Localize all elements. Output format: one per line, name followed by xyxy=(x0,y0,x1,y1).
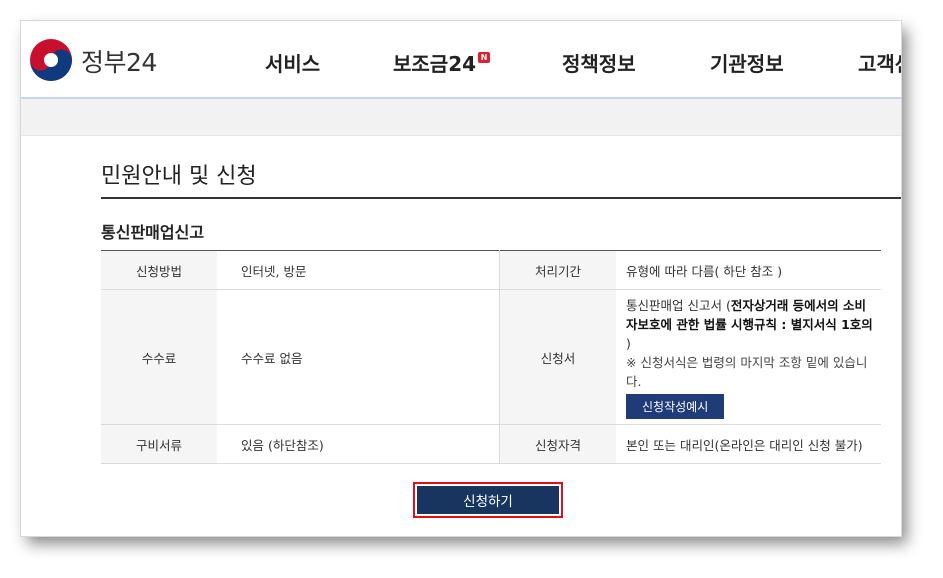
nav-label: 기관정보 xyxy=(710,52,784,76)
form-note: ※ 신청서식은 법령의 마지막 조항 밑에 있습니다. xyxy=(626,354,868,389)
nav-label: 정책정보 xyxy=(562,52,636,76)
qualification-value: 본인 또는 대리인(온라인은 대리인 신청 불가) xyxy=(616,424,881,464)
qualification-label: 신청자격 xyxy=(499,424,616,464)
brand-name[interactable]: 정부24 xyxy=(81,43,157,79)
apply-button-highlight: 신청하기 xyxy=(413,482,563,518)
service-title: 통신판매업신고 xyxy=(101,223,205,242)
nav-item-agencies[interactable]: 기관정보 xyxy=(710,48,784,77)
nav-item-subsidy[interactable]: 보조금24 N xyxy=(393,48,491,77)
title-divider xyxy=(101,197,901,199)
application-form-cell: 통신판매업 신고서 (전자상거래 등에서의 소비자보호에 관한 법률 시행규칙 … xyxy=(616,289,881,425)
nav-label: 고객센터 xyxy=(858,52,901,76)
nav-item-policy[interactable]: 정책정보 xyxy=(562,48,636,77)
fee-label: 수수료 xyxy=(101,289,217,425)
apply-method-value: 인터넷, 방문 xyxy=(217,250,500,290)
form-example-button[interactable]: 신청작성예시 xyxy=(626,393,725,419)
nav-item-customer-center[interactable]: 고객센터 xyxy=(858,48,901,77)
processing-period-label: 처리기간 xyxy=(499,250,616,290)
application-form-label: 신청서 xyxy=(499,289,616,425)
table-row: 구비서류 있음 (하단참조) 신청자격 본인 또는 대리인(온라인은 대리인 신… xyxy=(101,424,881,464)
form-prefix: 통신판매업 신고서 ( xyxy=(626,297,731,313)
site-header: 정부24 서비스 보조금24N 정책정보 기관정보 고객센터 xyxy=(21,21,901,99)
application-form-text: 통신판매업 신고서 (전자상거래 등에서의 소비자보호에 관한 법률 시행규칙 … xyxy=(626,296,873,353)
sub-header-band xyxy=(21,99,901,136)
form-suffix: ) xyxy=(626,335,631,351)
browser-frame: 정부24 서비스 보조금24N 정책정보 기관정보 고객센터 민원안내 및 신청… xyxy=(21,21,901,536)
nav-label: 서비스 xyxy=(265,52,321,76)
nav-item-services[interactable]: 서비스 xyxy=(265,48,320,77)
required-docs-label: 구비서류 xyxy=(101,424,217,464)
page-title: 민원안내 및 신청 xyxy=(101,164,257,189)
new-badge: N xyxy=(478,52,491,63)
table-row: 수수료 수수료 없음 신청서 통신판매업 신고서 (전자상거래 등에서의 소비자… xyxy=(101,289,881,425)
processing-period-value: 유형에 따라 다름( 하단 참조 ) xyxy=(616,250,881,290)
apply-method-label: 신청방법 xyxy=(101,250,217,290)
fee-value: 수수료 없음 xyxy=(217,289,500,425)
nav-label: 보조금24 xyxy=(393,52,477,76)
service-info-table: 신청방법 인터넷, 방문 처리기간 유형에 따라 다름( 하단 참조 ) 수수료… xyxy=(101,250,881,464)
apply-button[interactable]: 신청하기 xyxy=(417,486,559,514)
required-docs-value: 있음 (하단참조) xyxy=(217,424,500,464)
table-row: 신청방법 인터넷, 방문 처리기간 유형에 따라 다름( 하단 참조 ) xyxy=(101,250,881,290)
government-logo-icon[interactable] xyxy=(29,38,73,82)
